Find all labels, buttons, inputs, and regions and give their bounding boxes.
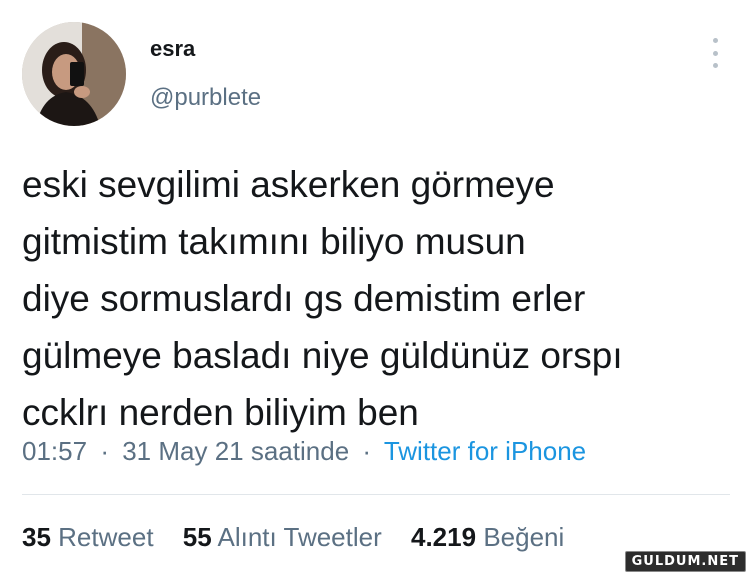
- retweets-label: Retweet: [58, 522, 154, 552]
- tweet-text-line: gülmeye basladı niye güldünüz orspı: [22, 335, 623, 376]
- tweet-text-line: eski sevgilimi askerken görmeye: [22, 164, 555, 205]
- retweets-count: 35: [22, 522, 51, 552]
- more-dot: [712, 50, 718, 56]
- tweet-text-line: diye sormuslardı gs demistim erler: [22, 278, 586, 319]
- profile-photo-icon: [22, 22, 126, 126]
- meta-separator: ·: [362, 436, 372, 466]
- watermark: GULDUM.NET: [624, 551, 746, 572]
- author-handle[interactable]: @purblete: [150, 84, 261, 112]
- tweet-text: eski sevgilimi askerken görmeye gitmisti…: [22, 156, 722, 441]
- avatar[interactable]: [22, 22, 126, 126]
- author-display-name[interactable]: esra: [150, 36, 195, 62]
- retweets-stat[interactable]: 35 Retweet: [22, 522, 154, 552]
- more-options-icon[interactable]: [704, 38, 726, 68]
- quotes-label: Alıntı Tweetler: [217, 522, 382, 552]
- more-dot: [712, 63, 718, 68]
- divider: [22, 494, 730, 495]
- quote-tweets-stat[interactable]: 55 Alıntı Tweetler: [183, 522, 382, 552]
- tweet-stats: 35 Retweet 55 Alıntı Tweetler 4.219 Beğe…: [22, 522, 586, 553]
- meta-separator: ·: [100, 436, 109, 466]
- likes-label: Beğeni: [483, 522, 565, 552]
- tweet-source-link[interactable]: Twitter for iPhone: [384, 436, 586, 466]
- tweet-text-line: gitmistim takımını biliyo musun: [22, 221, 526, 262]
- more-dot: [712, 38, 718, 43]
- tweet-time[interactable]: 01:57: [22, 436, 87, 466]
- tweet-meta: 01:57 · 31 May 21 saatinde · Twitter for…: [22, 436, 586, 467]
- tweet-date[interactable]: 31 May 21 saatinde: [122, 436, 349, 466]
- quotes-count: 55: [182, 522, 212, 552]
- likes-count: 4.219: [411, 522, 477, 552]
- likes-stat[interactable]: 4.219 Beğeni: [411, 522, 564, 552]
- tweet-text-line: ccklrı nerden biliyim ben: [22, 392, 419, 433]
